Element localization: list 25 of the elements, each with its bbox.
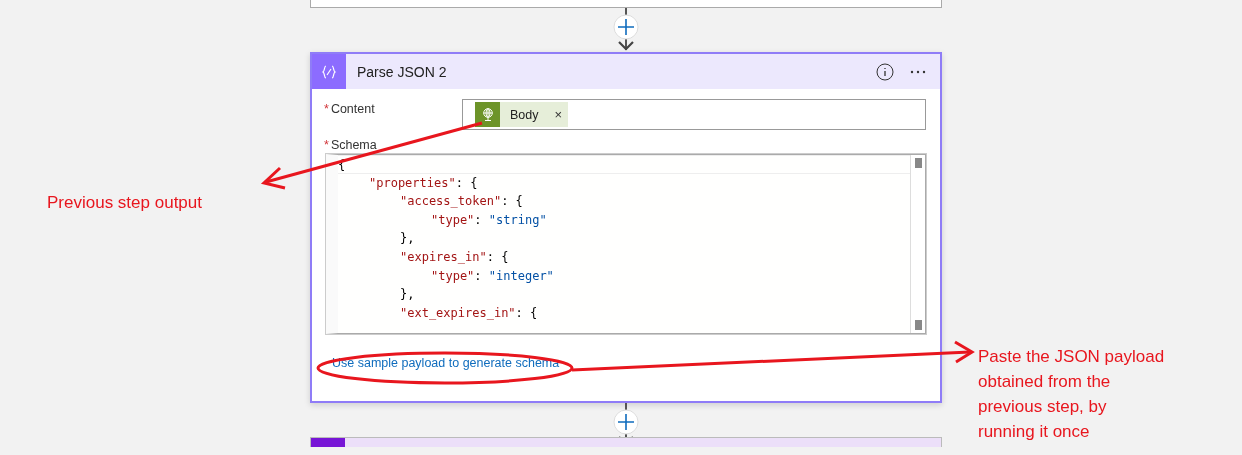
card-header[interactable]: Parse JSON 2 bbox=[312, 54, 940, 89]
field-label: * Schema bbox=[324, 138, 378, 152]
code-line: }, bbox=[400, 231, 415, 246]
field-label: * Content bbox=[324, 101, 376, 118]
code-line: }, bbox=[400, 287, 415, 302]
annotation-note: Previous step output bbox=[47, 192, 202, 214]
add-step-icon[interactable] bbox=[613, 14, 639, 40]
token-chip[interactable]: Body × bbox=[475, 102, 569, 127]
code-line: "access_token": { bbox=[400, 194, 523, 209]
add-step-icon[interactable] bbox=[613, 409, 639, 435]
code-line: "type": "string" bbox=[431, 212, 547, 227]
braces-icon bbox=[321, 63, 337, 80]
content-field[interactable]: Body × bbox=[462, 99, 926, 130]
code-line: "properties": { bbox=[369, 175, 478, 190]
remove-icon[interactable]: × bbox=[554, 107, 563, 122]
info-icon[interactable] bbox=[876, 62, 894, 81]
code-line: "type": "integer" bbox=[431, 268, 554, 283]
code-line: "ext_expires_in": { bbox=[400, 305, 538, 320]
annotation-note: Paste the JSON payload obtained from the previous step, by running it once bbox=[978, 346, 1165, 443]
scrollbar[interactable] bbox=[910, 155, 925, 333]
more-icon[interactable] bbox=[910, 69, 926, 74]
card-title: Parse JSON 2 bbox=[357, 63, 448, 80]
arrow-down-icon bbox=[618, 41, 634, 51]
globe-icon bbox=[481, 107, 494, 122]
code-line: "expires_in": { bbox=[400, 249, 509, 264]
